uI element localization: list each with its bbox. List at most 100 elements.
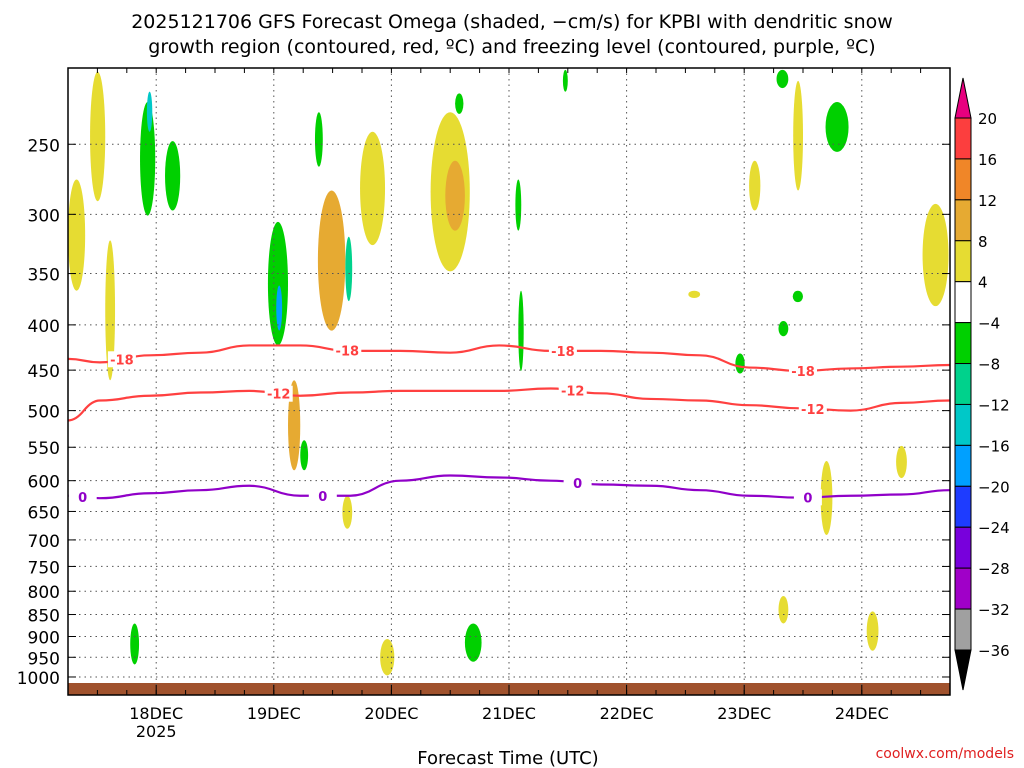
colorbar-bin (954, 199, 972, 242)
colorbar-bin (954, 403, 972, 446)
x-tick-label: 20DEC (364, 704, 418, 723)
colorbar-bin (954, 567, 972, 610)
omega-shaded-region (130, 623, 140, 665)
contour-label: -12 (267, 388, 291, 403)
plot-inner: -18 -18 -18 -18 -12 -12 -12 0 0 0 0 (68, 68, 950, 695)
omega-shaded-region (515, 179, 522, 231)
colorbar-label: −12 (978, 396, 1010, 414)
credit-link[interactable]: coolwx.com/models (876, 746, 1014, 762)
omega-shaded-region (276, 285, 283, 331)
omega-shaded-region (866, 611, 879, 651)
omega-shaded-region (518, 290, 524, 371)
omega-shaded-region (360, 131, 386, 246)
omega-shaded-region (455, 93, 464, 114)
colorbar-bin (954, 240, 972, 283)
colorbar-label: −32 (978, 601, 1010, 619)
contour-label: -18 (551, 345, 575, 360)
contour-label: -12 (801, 403, 825, 418)
x-tick-label: 22DEC (600, 704, 654, 723)
y-tick-label: 700 (28, 532, 60, 552)
y-tick-label: 750 (28, 558, 60, 578)
y-tick-label: 400 (28, 317, 60, 337)
y-tick-label: 550 (28, 439, 60, 459)
chart-title-line2: growth region (contoured, red, ºC) and f… (148, 36, 875, 58)
colorbar-label: −28 (978, 560, 1010, 578)
x-tick-label: 18DEC (129, 704, 183, 723)
contour-label: 0 (573, 477, 582, 492)
contour-label: 0 (803, 491, 812, 506)
y-tick-label: 800 (28, 583, 60, 603)
y-tick-label: 650 (28, 503, 60, 523)
omega-chart: 2025121706 GFS Forecast Omega (shaded, −… (0, 0, 1024, 768)
colorbar-bin (954, 158, 972, 201)
contour-label: -18 (791, 365, 815, 380)
omega-shaded-region (562, 69, 568, 92)
y-tick-label: 300 (28, 206, 60, 226)
colorbar: 20 16 12 8 4 −4 −8 −12 −16 −20 −24 −28 −32 −36 (954, 77, 1010, 691)
plot-area: -18 -18 -18 -18 -12 -12 -12 0 0 0 0 250 300 350 400 450… (17, 67, 951, 741)
contour-label: 0 (318, 490, 327, 505)
omega-shaded-region (464, 623, 482, 662)
colorbar-label: 12 (978, 192, 997, 210)
colorbar-bin (954, 322, 972, 365)
colorbar-label: −16 (978, 437, 1010, 455)
x-tick-label: 24DEC (835, 704, 889, 723)
omega-shaded-region (165, 141, 181, 211)
colorbar-bin (954, 281, 972, 324)
omega-shaded-region (825, 102, 849, 152)
y-tick-label: 950 (28, 649, 60, 669)
omega-shaded-region (778, 596, 789, 624)
colorbar-bin (954, 117, 972, 160)
omega-shaded-region (345, 236, 353, 302)
contour-label: -18 (110, 353, 134, 368)
colorbar-bin (954, 363, 972, 405)
contour-label: -12 (561, 385, 585, 400)
y-tick-label: 350 (28, 266, 60, 286)
omega-shaded-region (146, 91, 153, 132)
omega-shaded-region (793, 80, 803, 191)
y-tick-label: 1000 (17, 669, 60, 689)
colorbar-label: −24 (978, 519, 1010, 537)
omega-shaded-region (776, 69, 789, 89)
colorbar-label: 8 (978, 233, 988, 251)
colorbar-over-triangle (954, 77, 972, 119)
chart-title-line1: 2025121706 GFS Forecast Omega (shaded, −… (131, 11, 893, 33)
omega-shaded-region (445, 160, 465, 231)
y-tick-label: 600 (28, 473, 60, 493)
colorbar-label: −20 (978, 478, 1010, 496)
omega-shaded-region (896, 445, 907, 479)
omega-shaded-region (342, 495, 353, 529)
colorbar-label: −4 (978, 315, 1000, 333)
omega-shaded-region (792, 290, 803, 303)
contour-label: -18 (336, 345, 360, 360)
colorbar-label: −36 (978, 642, 1010, 660)
omega-shaded-region (749, 160, 761, 211)
x-tick-label: 19DEC (247, 704, 301, 723)
omega-shaded-region (300, 440, 309, 471)
colorbar-label: −8 (978, 356, 1000, 374)
x-tick-label: 23DEC (717, 704, 771, 723)
colorbar-label: 4 (978, 274, 988, 292)
chart-svg: 2025121706 GFS Forecast Omega (shaded, −… (17, 11, 1014, 768)
colorbar-under-triangle (954, 649, 972, 691)
colorbar-label: 16 (978, 151, 997, 169)
colorbar-bin (954, 526, 972, 569)
omega-shaded-region (778, 321, 789, 337)
y-tick-label: 850 (28, 607, 60, 627)
omega-shaded-region (688, 290, 701, 299)
contour-label: 0 (78, 491, 87, 506)
colorbar-bin (954, 444, 972, 487)
colorbar-bin (954, 608, 972, 651)
omega-shaded-region (317, 190, 346, 331)
x-axis-label: Forecast Time (UTC) (417, 748, 598, 768)
x-tick-sublabel: 2025 (136, 722, 177, 741)
omega-shaded-region (314, 112, 323, 167)
y-tick-label: 250 (28, 136, 60, 156)
y-tick-label: 900 (28, 628, 60, 648)
y-tick-label: 450 (28, 362, 60, 382)
omega-shaded-region (922, 203, 949, 307)
colorbar-label: 20 (978, 110, 997, 128)
colorbar-bin (954, 485, 972, 528)
y-tick-label: 500 (28, 403, 60, 423)
x-tick-label: 21DEC (482, 704, 536, 723)
